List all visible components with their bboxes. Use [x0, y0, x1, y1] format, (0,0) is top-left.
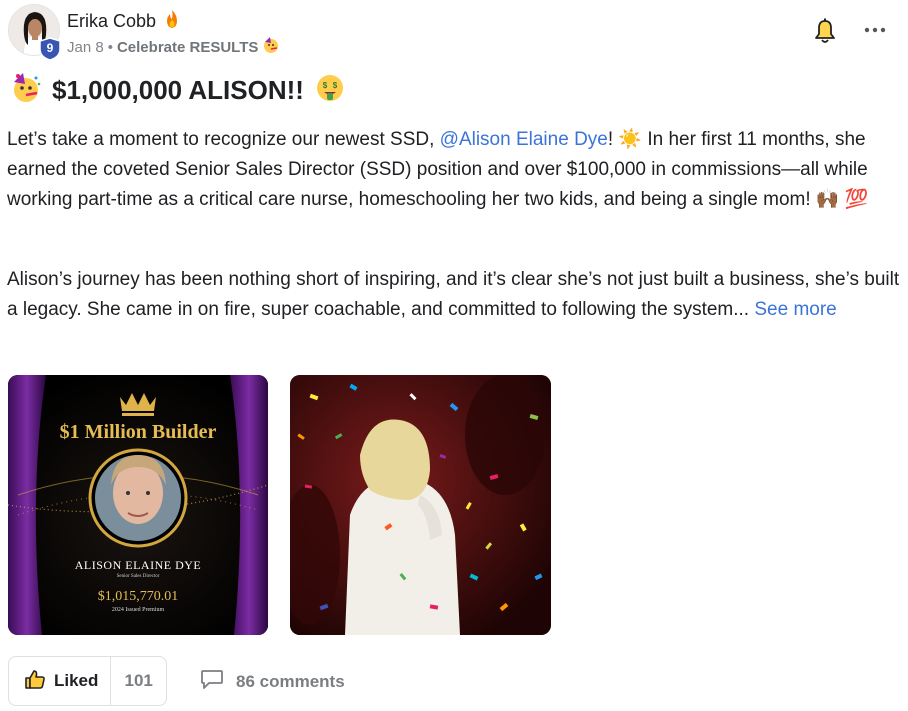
paragraph-text: Let’s take a moment to recognize our new…	[7, 129, 440, 150]
award-name: ALISON ELAINE DYE	[74, 558, 202, 572]
bell-icon[interactable]	[814, 18, 836, 44]
see-more-link[interactable]: See more	[754, 299, 836, 320]
post-header: 9 Erika Cobb Jan 8 • Celebrate RESULTS	[8, 4, 900, 61]
level-number: 9	[46, 41, 54, 55]
post-category[interactable]: Celebrate RESULTS	[117, 39, 258, 56]
like-control: Liked 101	[8, 656, 167, 706]
post-title-row: $1,000,000 ALISON!! $ $	[10, 72, 346, 109]
post-date: Jan 8	[67, 38, 104, 56]
author-name[interactable]: Erika Cobb	[67, 11, 156, 32]
award-heading: $1 Million Builder	[59, 421, 217, 443]
user-mention-link[interactable]: @Alison Elaine Dye	[440, 129, 608, 150]
comments-button[interactable]: 86 comments	[200, 668, 345, 695]
svg-text:$: $	[333, 81, 338, 90]
money-face-icon: $ $	[314, 72, 346, 109]
award-role: Senior Sales Director	[116, 574, 160, 579]
post-title: $1,000,000 ALISON!!	[52, 75, 304, 105]
like-label: Liked	[54, 671, 99, 690]
award-card-image[interactable]: $1 Million Builder ALISON ELAINE DYE Sen…	[8, 375, 268, 635]
post-paragraph-1: Let’s take a moment to recognize our new…	[7, 125, 901, 215]
comment-icon	[200, 668, 224, 695]
post-paragraph-2: Alison’s journey has been nothing short …	[7, 265, 901, 325]
comments-count: 86 comments	[236, 671, 345, 691]
award-caption: 2024 Issued Premium	[111, 607, 165, 613]
fire-icon	[164, 9, 180, 34]
level-badge: 9	[39, 37, 61, 61]
like-count[interactable]: 101	[111, 671, 166, 691]
like-button[interactable]: Liked	[9, 657, 112, 705]
meta-separator: •	[107, 38, 113, 56]
thumbs-up-icon	[24, 668, 46, 695]
author-avatar[interactable]: 9	[8, 4, 61, 61]
more-icon[interactable]	[863, 22, 887, 33]
svg-text:$: $	[323, 81, 328, 90]
award-amount: $1,015,770.01	[97, 589, 179, 604]
party-face-icon	[10, 72, 42, 109]
celebration-photo[interactable]	[290, 375, 551, 635]
party-face-icon	[262, 36, 280, 58]
